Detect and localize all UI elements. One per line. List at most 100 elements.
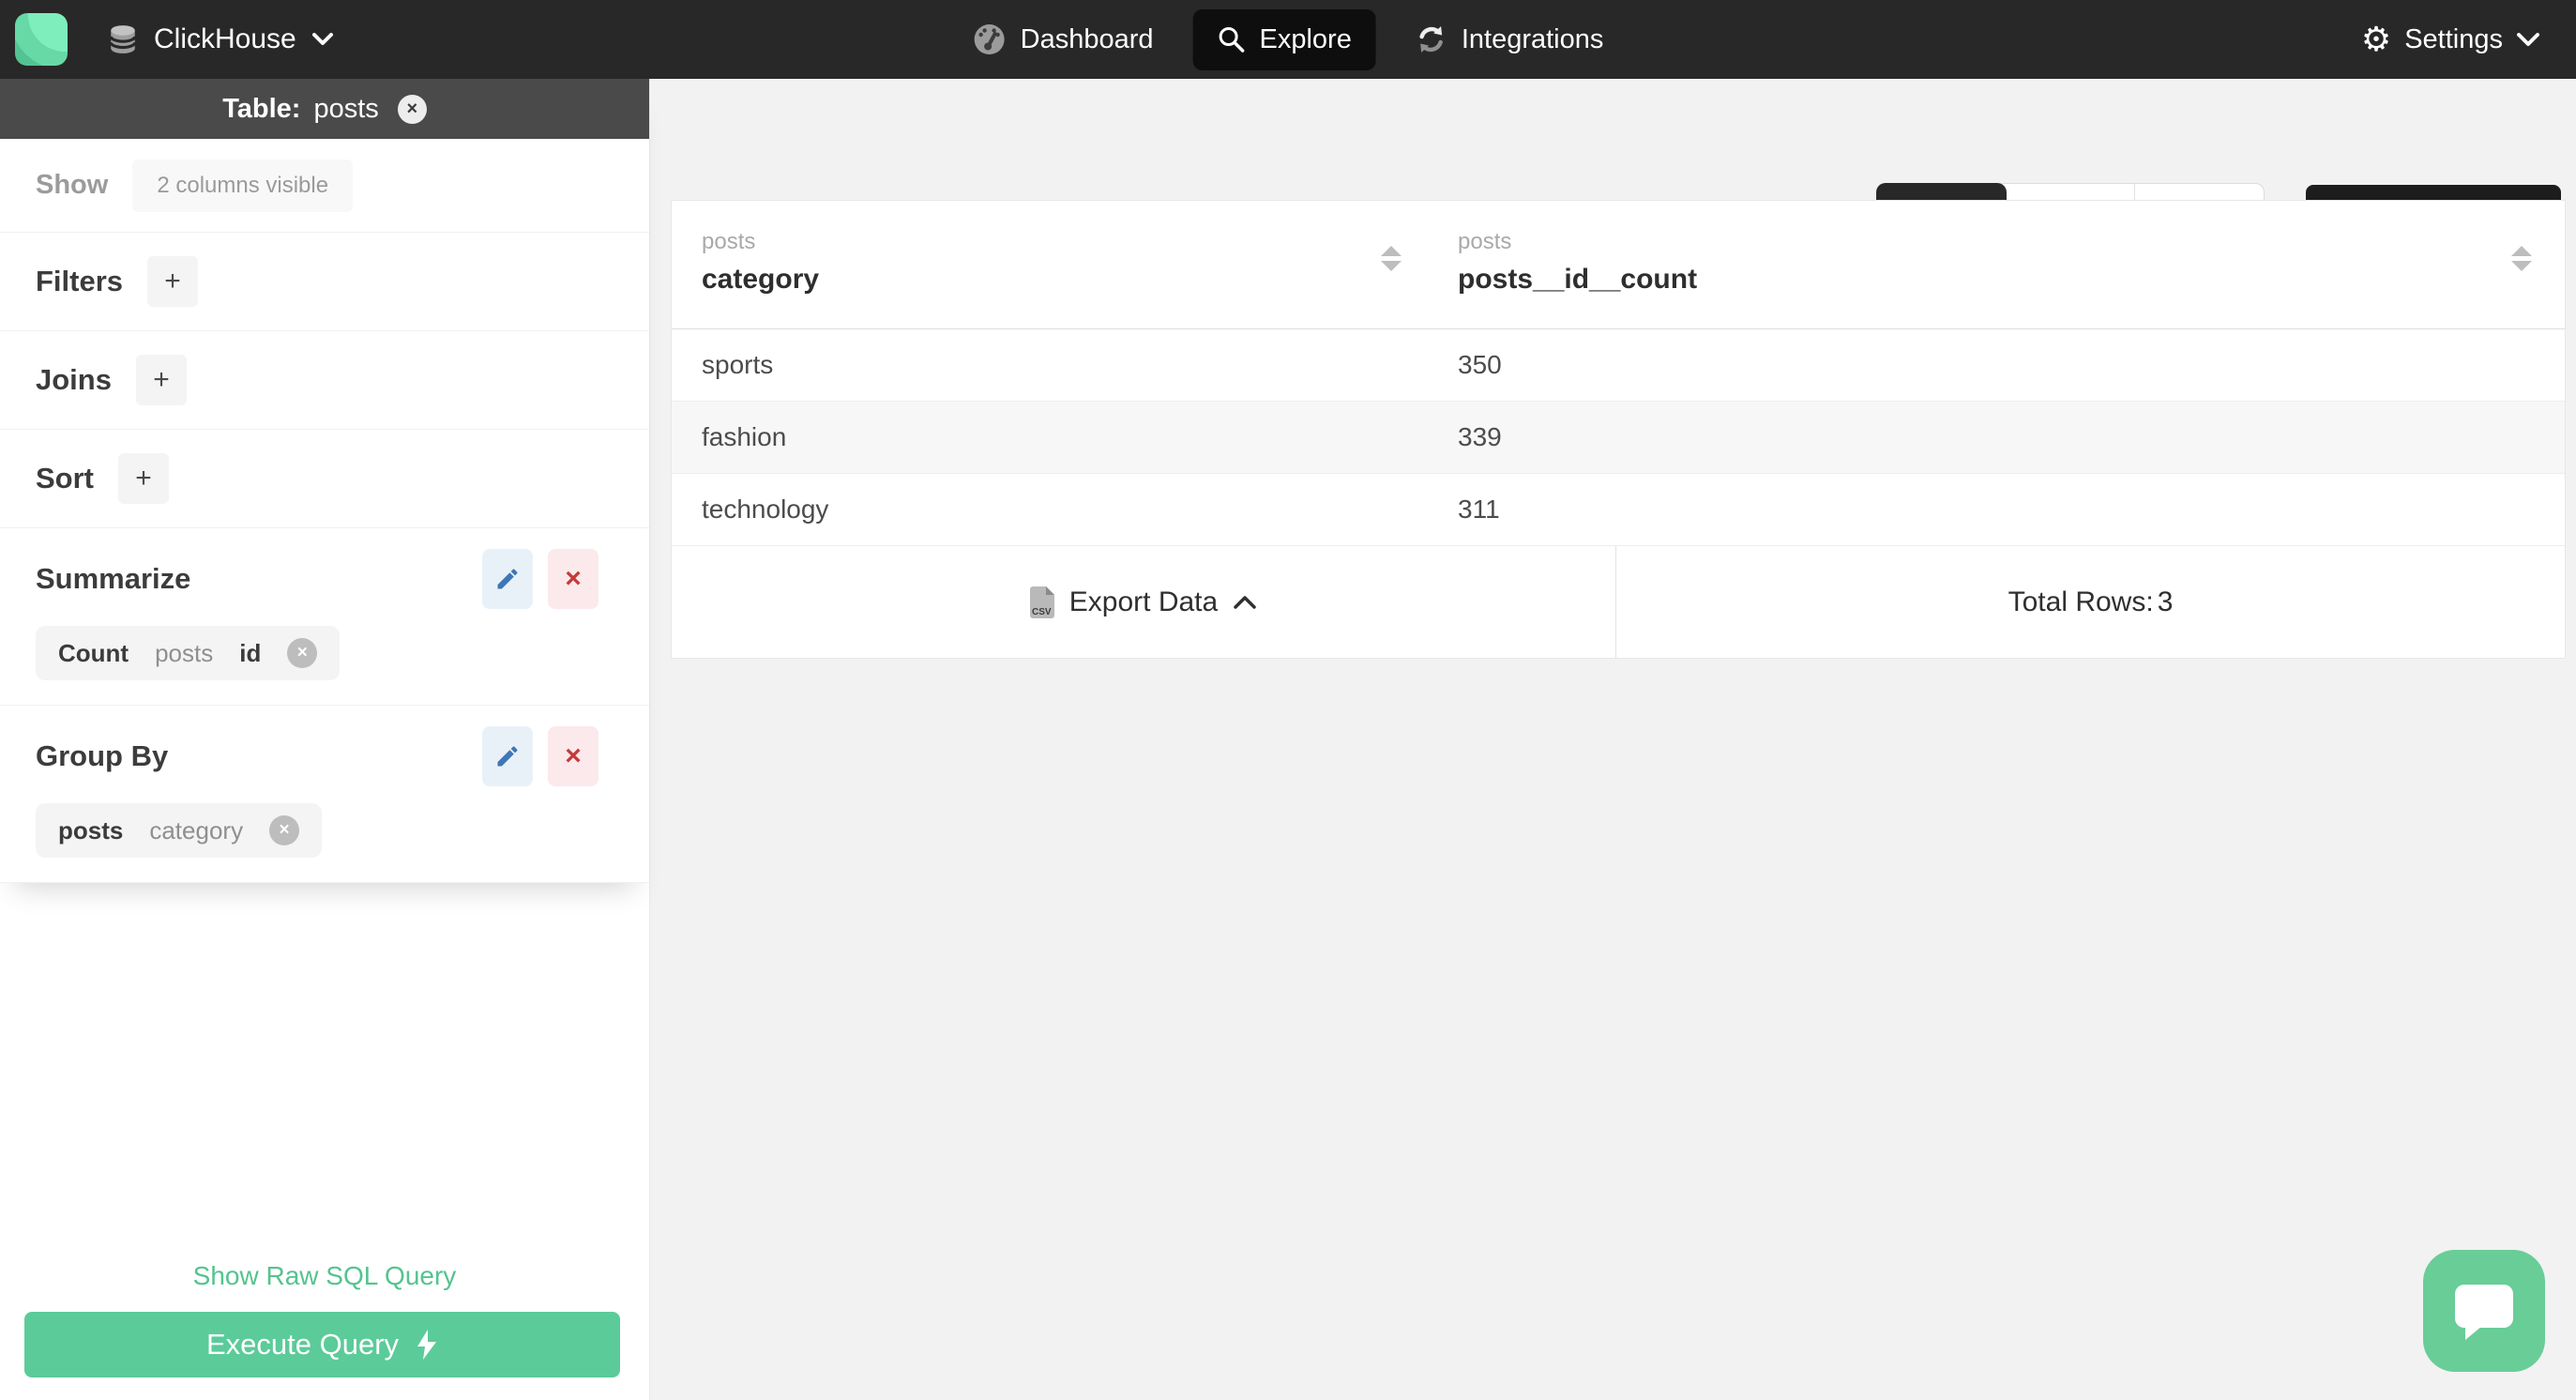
datasource-selector[interactable]: ClickHouse — [107, 23, 334, 55]
sort-toggle-icon[interactable] — [2511, 246, 2532, 271]
total-rows: Total Rows: 3 — [1616, 546, 2565, 658]
filters-label: Filters — [36, 265, 124, 297]
settings-menu[interactable]: ⚙ Settings — [2361, 23, 2576, 56]
cell-category: fashion — [702, 422, 787, 451]
add-sort-button[interactable]: + — [118, 453, 169, 504]
delete-x-icon: × — [565, 563, 582, 594]
table-name: posts — [313, 93, 379, 124]
sync-icon — [1416, 23, 1447, 55]
chat-launcher-button[interactable] — [2423, 1250, 2545, 1372]
column-name: posts__id__count — [1458, 264, 1698, 295]
cell-count: 311 — [1458, 495, 1500, 524]
column-header-count[interactable]: posts posts__id__count — [1458, 201, 2565, 328]
export-data-button[interactable]: CSV Export Data — [672, 546, 1616, 658]
main-nav: Dashboard Explore Integrations — [973, 0, 1604, 79]
export-data-label: Export Data — [1068, 586, 1219, 617]
brand: ClickHouse — [0, 13, 334, 66]
cell-category: technology — [702, 495, 829, 524]
columns-visible-chip[interactable]: 2 columns visible — [132, 159, 354, 212]
group-by-section: Group By × posts category × — [0, 706, 649, 883]
nav-item-label: Integrations — [1461, 23, 1604, 54]
results-table-footer: CSV Export Data Total Rows: 3 — [672, 546, 2565, 658]
show-section: Show 2 columns visible — [0, 139, 649, 233]
chat-bubble-icon — [2452, 1281, 2516, 1341]
nav-item-explore[interactable]: Explore — [1192, 8, 1376, 70]
settings-label: Settings — [2404, 23, 2503, 54]
plus-icon: + — [135, 463, 152, 494]
nav-item-label: Explore — [1259, 23, 1352, 54]
cell-count: 350 — [1458, 350, 1502, 379]
joins-label: Joins — [36, 363, 112, 396]
results-table-header: posts category posts posts__id__count — [672, 201, 2565, 329]
remove-group-by-button[interactable]: × — [548, 726, 599, 786]
top-nav: ClickHouse Dashboard Explore Integration… — [0, 0, 2576, 79]
close-icon: × — [406, 98, 418, 119]
svg-text:CSV: CSV — [1032, 607, 1052, 617]
table-header-bar: Table: posts × — [0, 79, 649, 139]
summarize-section: Summarize × Count posts id × — [0, 528, 649, 706]
group-by-chip[interactable]: posts category × — [36, 803, 323, 858]
chevron-up-icon — [1233, 595, 1257, 610]
column-header-category[interactable]: posts category — [672, 201, 1458, 328]
query-builder-panel: Table: posts × Show 2 columns visible Fi… — [0, 79, 650, 1400]
remove-table-button[interactable]: × — [397, 94, 427, 124]
edit-summarize-button[interactable] — [482, 549, 533, 609]
results-area: Generate Insights — [650, 79, 2576, 1400]
dashboard-gauge-icon — [973, 23, 1007, 56]
show-label: Show — [36, 170, 109, 200]
remove-chip-button[interactable]: × — [287, 638, 318, 668]
summarize-chip[interactable]: Count posts id × — [36, 626, 341, 680]
gear-icon: ⚙ — [2360, 20, 2392, 58]
add-join-button[interactable]: + — [135, 355, 187, 405]
close-icon: × — [279, 820, 290, 840]
database-icon — [107, 23, 139, 55]
column-table-name: posts — [1458, 229, 1512, 254]
results-table-card: posts category posts posts__id__count sp… — [671, 200, 2566, 659]
cell-category: sports — [702, 350, 774, 379]
add-filter-button[interactable]: + — [147, 256, 199, 307]
csv-file-icon: CSV — [1029, 586, 1054, 618]
pencil-icon — [494, 743, 521, 769]
plus-icon: + — [153, 364, 170, 395]
execute-query-label: Execute Query — [205, 1328, 400, 1361]
chip-table: posts — [155, 638, 214, 667]
execute-query-button[interactable]: Execute Query — [24, 1312, 620, 1377]
sort-section: Sort + — [0, 430, 649, 528]
column-table-name: posts — [702, 229, 756, 254]
pencil-icon — [494, 566, 521, 592]
nav-item-integrations[interactable]: Integrations — [1416, 23, 1604, 55]
joins-section: Joins + — [0, 331, 649, 430]
sort-toggle-icon[interactable] — [1381, 246, 1402, 271]
chevron-down-icon — [2516, 32, 2540, 47]
table-row: fashion 339 — [672, 402, 2565, 474]
remove-summarize-button[interactable]: × — [548, 549, 599, 609]
nav-item-label: Dashboard — [1020, 23, 1154, 54]
delete-x-icon: × — [565, 740, 582, 771]
table-row: sports 350 — [672, 329, 2565, 402]
edit-group-by-button[interactable] — [482, 726, 533, 786]
table-label: Table: — [222, 93, 301, 124]
column-name: category — [702, 264, 820, 295]
chip-field: category — [149, 815, 244, 845]
summarize-label: Summarize — [36, 562, 191, 595]
sort-label: Sort — [36, 462, 94, 495]
chevron-down-icon — [311, 33, 334, 46]
nav-item-dashboard[interactable]: Dashboard — [973, 23, 1154, 56]
remove-chip-button[interactable]: × — [269, 815, 300, 845]
chip-field: id — [239, 638, 262, 667]
cell-count: 339 — [1458, 422, 1502, 451]
chip-table: posts — [58, 815, 124, 845]
group-by-label: Group By — [36, 739, 169, 772]
datasource-name: ClickHouse — [154, 23, 296, 54]
total-rows-value: 3 — [2157, 586, 2174, 617]
show-raw-sql-link[interactable]: Show Raw SQL Query — [0, 1261, 649, 1291]
app-window: ClickHouse Dashboard Explore Integration… — [0, 0, 2576, 1400]
chip-aggregate: Count — [58, 638, 129, 667]
filters-section: Filters + — [0, 233, 649, 331]
table-row: technology 311 — [672, 474, 2565, 546]
query-builder-card: Table: posts × Show 2 columns visible Fi… — [0, 79, 649, 883]
search-icon — [1218, 25, 1246, 53]
app-logo — [15, 13, 68, 66]
total-rows-label: Total Rows: — [2008, 586, 2154, 617]
close-icon: × — [296, 643, 308, 662]
